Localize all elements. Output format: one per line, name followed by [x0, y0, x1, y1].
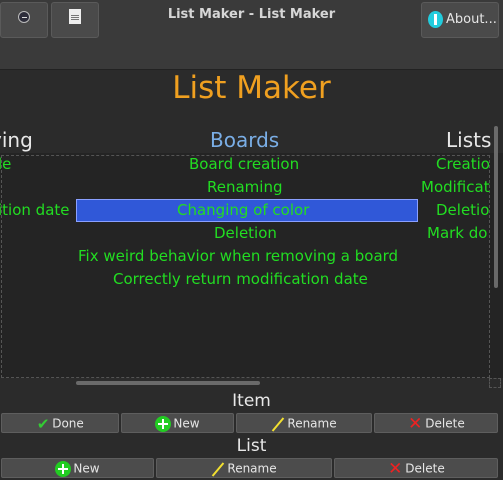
- list-section-title: List: [236, 436, 267, 456]
- item-delete-label: Delete: [425, 416, 465, 431]
- item-section-title: Item: [232, 391, 271, 411]
- vertical-scrollbar[interactable]: [494, 126, 498, 288]
- plus-icon: [155, 415, 172, 432]
- app-title: List Maker: [172, 70, 331, 106]
- item-rename-button[interactable]: Rename: [236, 413, 372, 433]
- item-delete-button[interactable]: ✕ Delete: [374, 413, 498, 433]
- list-rename-button[interactable]: Rename: [156, 458, 332, 478]
- board-item[interactable]: Board creation: [189, 154, 299, 174]
- scroll-corner: [489, 378, 501, 388]
- x-icon: ✕: [408, 413, 423, 434]
- left-column-header: ving: [0, 128, 33, 152]
- lists-header: Lists: [446, 128, 492, 152]
- plus-icon: [55, 460, 72, 477]
- about-button[interactable]: About...: [421, 2, 499, 38]
- about-label: About...: [446, 12, 497, 27]
- board-item[interactable]: Renaming: [207, 177, 282, 197]
- list-item[interactable]: Mark do: [427, 223, 487, 243]
- list-item[interactable]: Modificat: [421, 177, 490, 197]
- board-item-selected[interactable]: Changing of color: [177, 200, 309, 220]
- list-new-button[interactable]: New: [1, 458, 154, 478]
- boards-header: Boards: [210, 128, 280, 152]
- board-item[interactable]: Fix weird behavior when removing a board: [78, 246, 398, 266]
- list-item[interactable]: Creatio: [436, 154, 490, 174]
- item-new-button[interactable]: New: [121, 413, 234, 433]
- info-icon: [428, 11, 443, 28]
- boards-icon: [18, 11, 30, 23]
- item-new-label: New: [173, 416, 200, 431]
- board-item[interactable]: Correctly return modification date: [113, 269, 368, 289]
- check-icon: ✔: [36, 414, 50, 433]
- horizontal-scrollbar[interactable]: [76, 381, 260, 385]
- list-delete-label: Delete: [405, 461, 445, 476]
- list-new-label: New: [73, 461, 100, 476]
- list-rename-label: Rename: [227, 461, 277, 476]
- pencil-icon: [211, 462, 225, 476]
- document-icon: [69, 9, 81, 24]
- left-list-item[interactable]: ition date: [0, 200, 70, 220]
- item-done-button[interactable]: ✔ Done: [1, 413, 119, 433]
- item-done-label: Done: [52, 416, 84, 431]
- left-list-item[interactable]: le: [0, 154, 11, 174]
- board-item[interactable]: Deletion: [214, 223, 277, 243]
- x-icon: ✕: [388, 458, 403, 479]
- list-delete-button[interactable]: ✕ Delete: [334, 458, 498, 478]
- list-item[interactable]: Deletio: [436, 200, 489, 220]
- pencil-icon: [271, 417, 285, 431]
- item-rename-label: Rename: [287, 416, 337, 431]
